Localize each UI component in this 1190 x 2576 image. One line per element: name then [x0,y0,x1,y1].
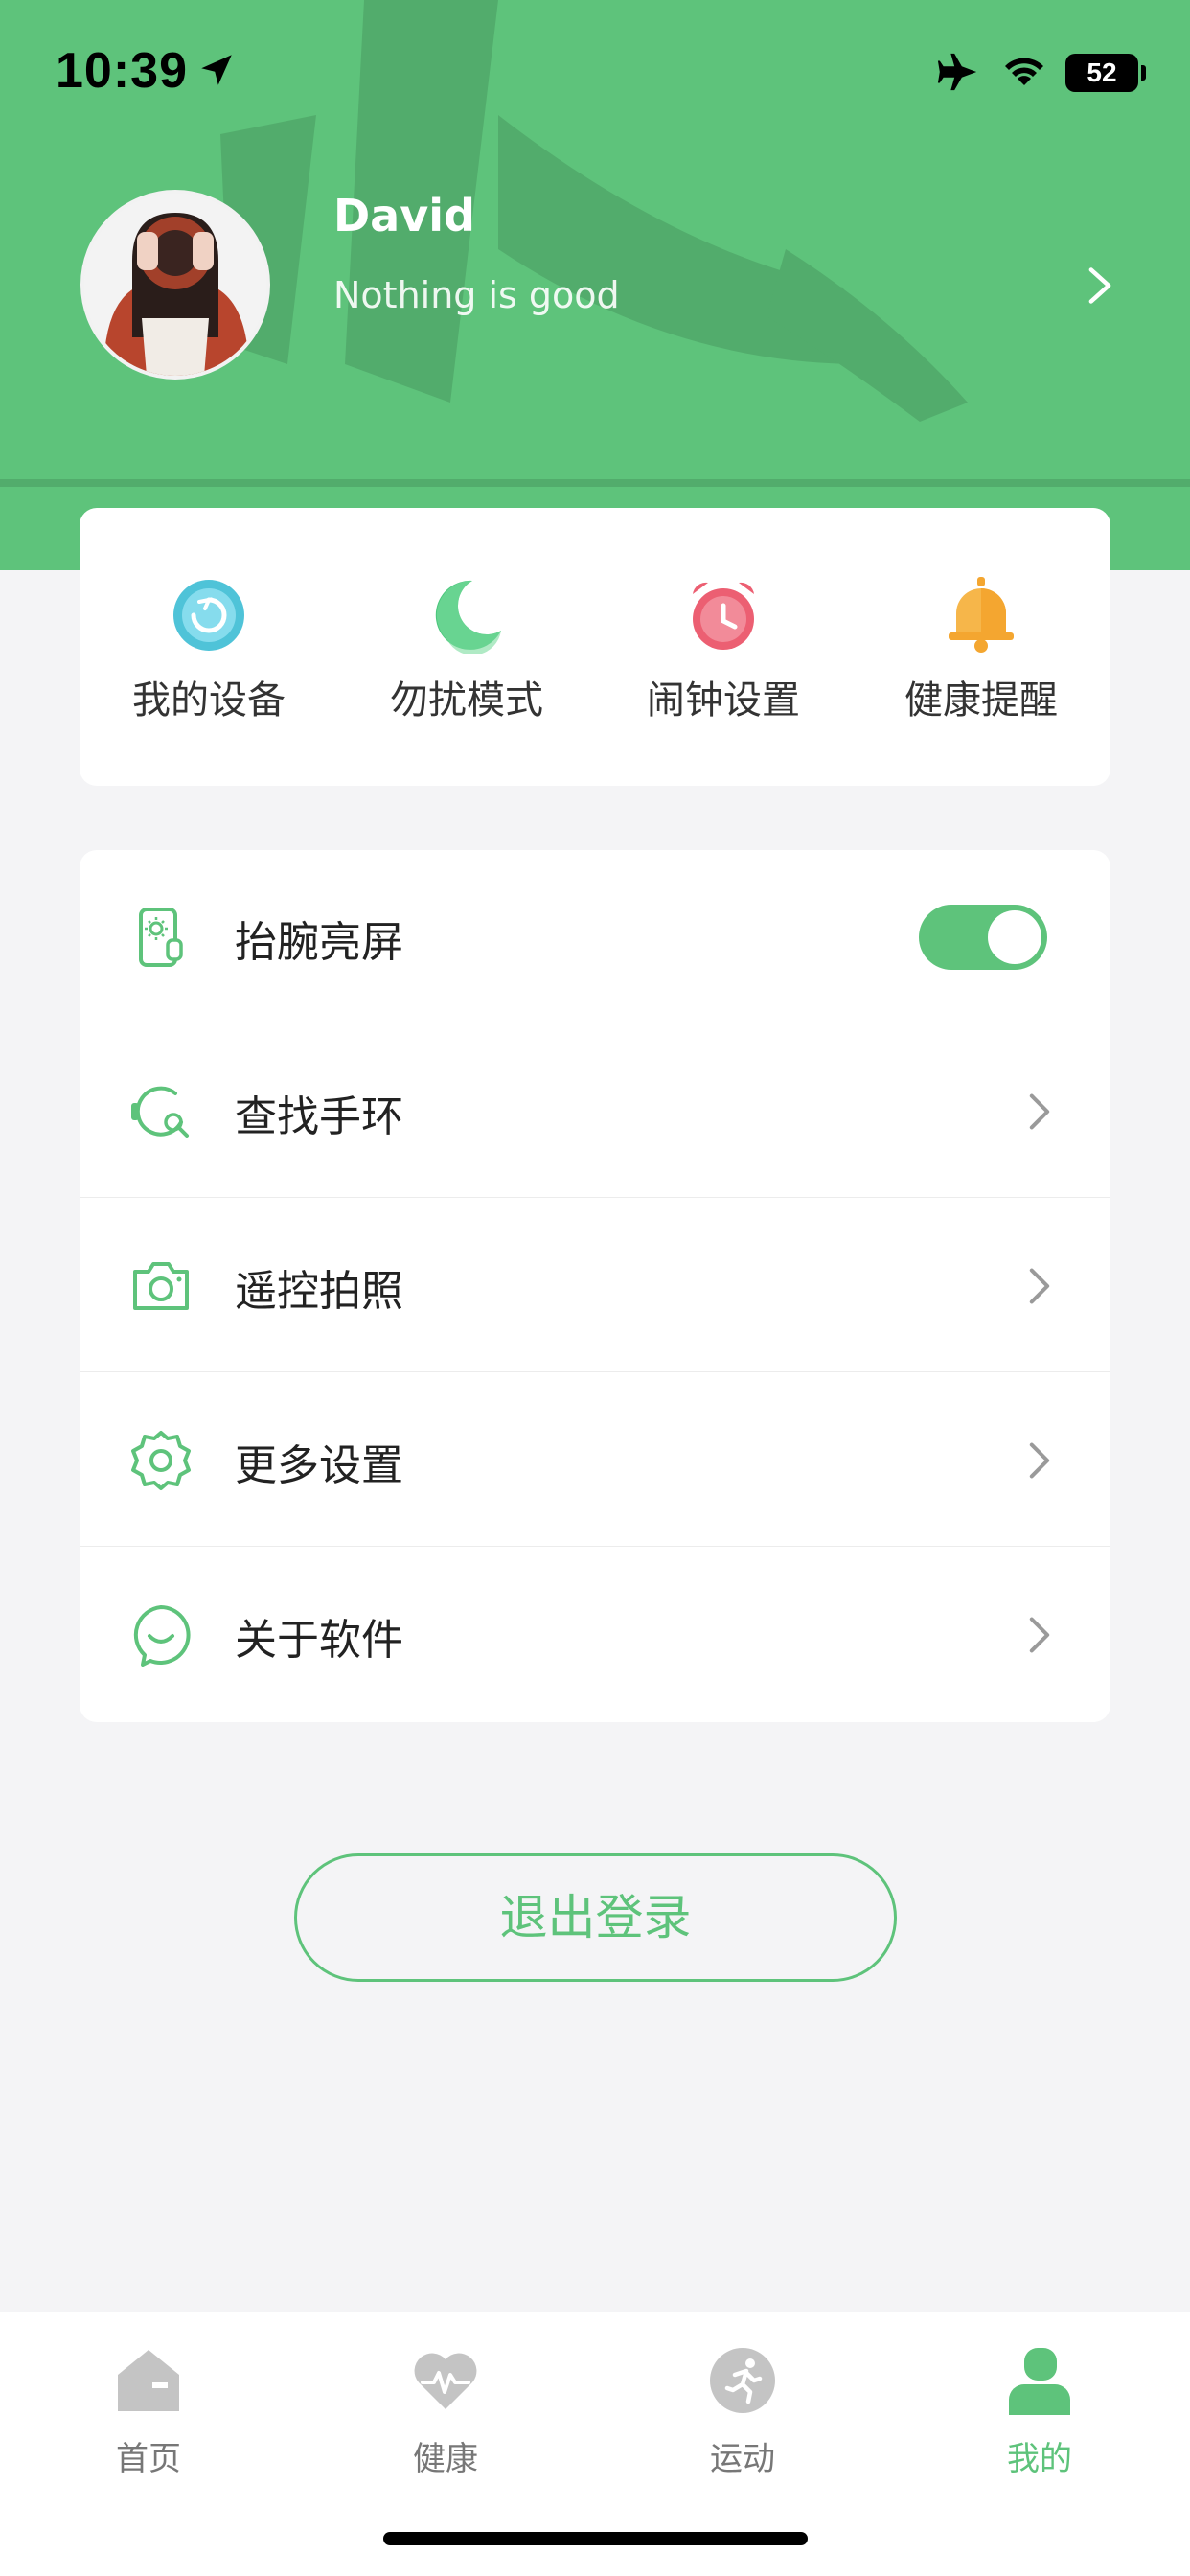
running-icon [710,2348,775,2413]
quick-action-do-not-disturb[interactable]: 勿扰模式 [352,577,582,740]
alarm-clock-icon [693,582,754,650]
settings-row-about[interactable]: 关于软件 [80,1548,1110,1721]
settings-row-more-settings[interactable]: 更多设置 [80,1373,1110,1547]
quick-action-alarm[interactable]: 闹钟设置 [608,577,838,740]
chevron-right-icon [1029,1268,1050,1304]
location-arrow-icon [201,55,232,85]
logout-button[interactable]: 退出登录 [294,1853,897,1982]
settings-row-label: 关于软件 [235,1616,403,1665]
settings-row-label: 查找手环 [235,1092,403,1141]
tab-label: 首页 [116,2440,181,2478]
raise-wrist-icon [139,908,183,967]
avatar-image [84,194,266,376]
settings-row-raise-wrist[interactable]: 抬腕亮屏 [80,850,1110,1024]
tab-mine[interactable]: 我的 [944,2333,1135,2478]
quick-action-label: 健康提醒 [904,678,1058,723]
heart-pulse-icon [414,2353,477,2409]
tab-health[interactable]: 健康 [350,2333,541,2478]
profile-name[interactable]: David [333,190,475,242]
find-band-icon [131,1086,189,1138]
moon-icon [435,580,501,654]
tab-home[interactable]: 首页 [53,2333,244,2478]
device-icon [173,580,244,651]
status-time: 10:39 [56,43,188,99]
tab-label: 我的 [1007,2440,1072,2478]
chevron-right-icon [1029,1093,1050,1130]
home-icon [118,2350,179,2411]
settings-row-label: 遥控拍照 [235,1267,403,1316]
toggle-knob [988,910,1041,964]
about-icon [133,1605,191,1667]
tab-sport[interactable]: 运动 [647,2333,838,2478]
quick-actions-card: 我的设备 勿扰模式 闹钟设置 健康提醒 [80,508,1110,786]
quick-action-label: 闹钟设置 [647,678,800,723]
airplane-icon [937,53,977,91]
battery-tip [1141,65,1146,80]
bell-icon [949,577,1014,653]
quick-action-my-device[interactable]: 我的设备 [94,577,324,740]
profile-bio: Nothing is good [333,274,620,316]
quick-action-health-reminder[interactable]: 健康提醒 [866,577,1096,740]
avatar[interactable] [80,190,270,380]
settings-row-remote-camera[interactable]: 遥控拍照 [80,1199,1110,1372]
gear-icon [131,1431,191,1490]
tab-label: 运动 [710,2440,775,2478]
settings-list: 抬腕亮屏 查找手环 遥控拍照 更多设置 关于软件 [80,850,1110,1722]
battery-icon: 52 [1065,54,1138,92]
chevron-right-icon [1029,1617,1050,1653]
status-bar: 10:39 52 [0,0,1190,144]
chevron-right-icon [1029,1442,1050,1479]
tab-label: 健康 [413,2440,478,2478]
home-indicator [383,2532,808,2545]
settings-row-label: 抬腕亮屏 [235,918,403,967]
chevron-right-icon[interactable] [1081,264,1119,307]
quick-action-label: 勿扰模式 [390,678,543,723]
profile-header: 10:39 52 David Nothing is good [0,0,1190,570]
settings-row-label: 更多设置 [235,1441,403,1490]
quick-action-label: 我的设备 [132,678,286,723]
raise-wrist-toggle[interactable] [919,905,1047,970]
settings-row-find-band[interactable]: 查找手环 [80,1024,1110,1198]
wifi-icon [1005,58,1043,85]
person-icon [1009,2348,1070,2415]
camera-icon [133,1262,189,1310]
